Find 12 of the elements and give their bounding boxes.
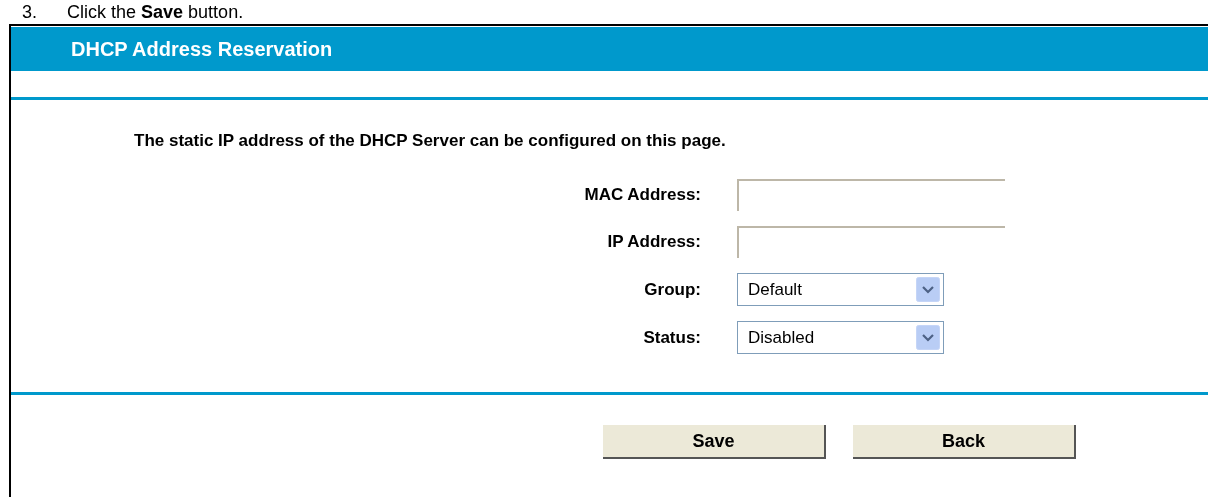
dropdown[interactable]: Disabled [737,321,944,354]
field-label: MAC Address: [584,185,701,205]
action-button[interactable]: Back [853,425,1076,459]
field-label: Status: [643,327,701,348]
panel-header: DHCP Address Reservation [11,27,1208,71]
instruction-text: Click the Save button. [67,1,244,23]
field-label: Group: [644,279,701,300]
action-button[interactable]: Save [603,425,826,459]
dropdown[interactable]: Default [737,273,944,306]
step-number: 3. [22,1,37,23]
field-label: IP Address: [607,232,701,252]
description-text: The static IP address of the DHCP Server can be configured on this page. [134,131,727,151]
